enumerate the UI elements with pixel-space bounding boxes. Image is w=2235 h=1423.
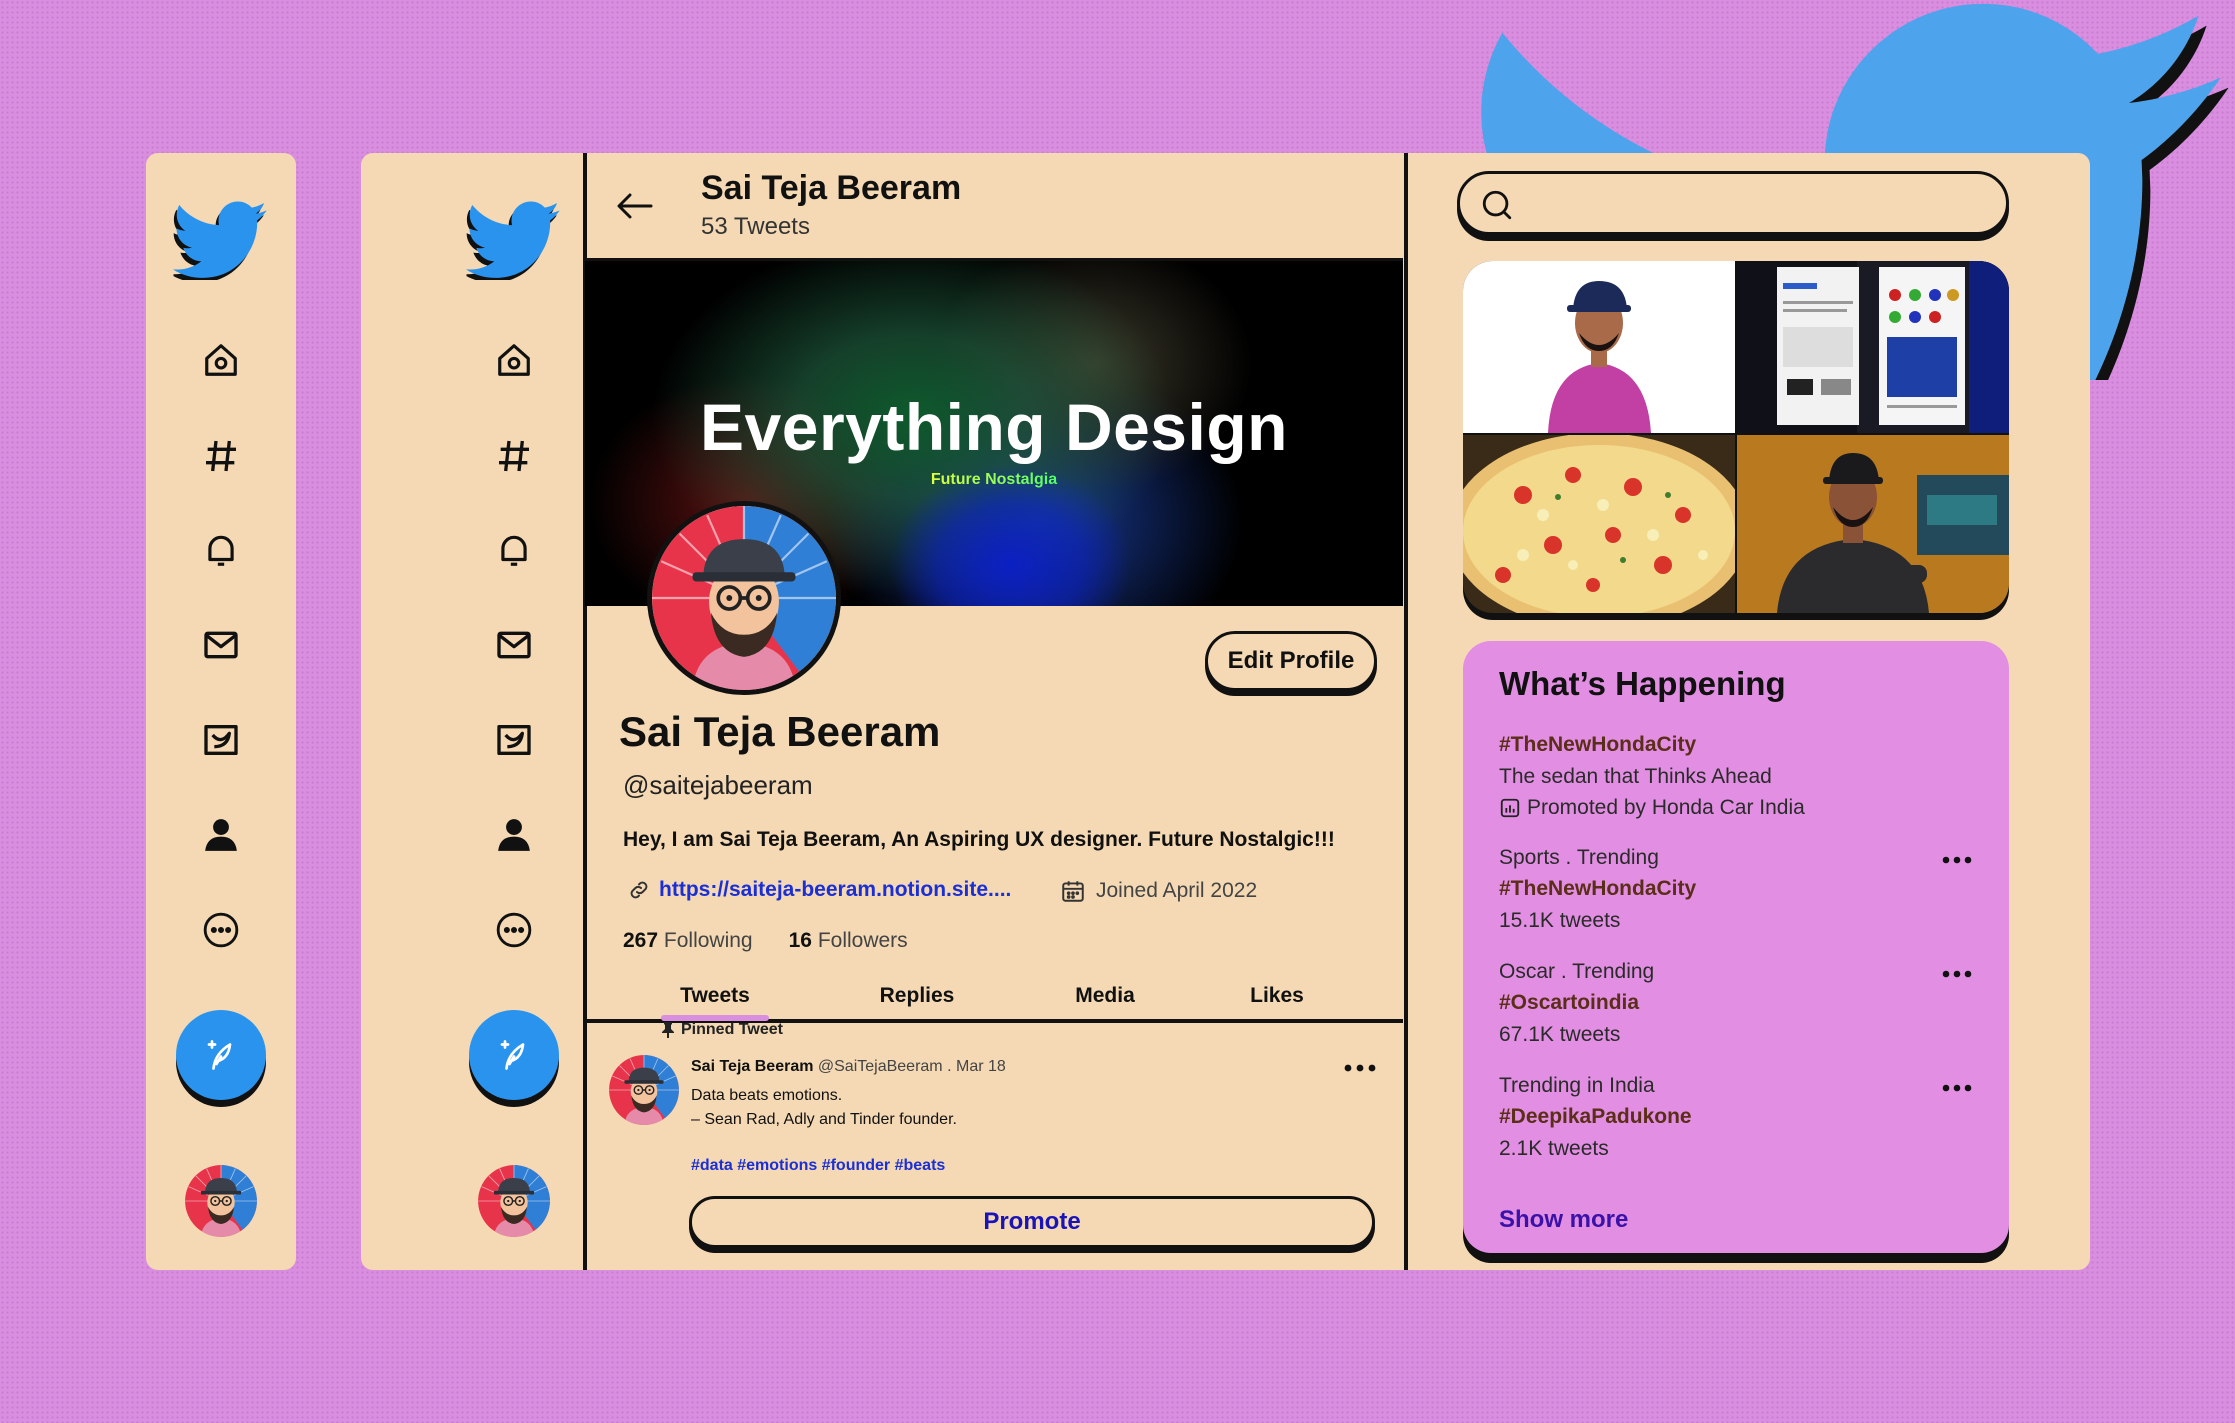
profile-website-link[interactable]: https://saiteja-beeram.notion.site.... bbox=[659, 878, 1011, 902]
profile-name: Sai Teja Beeram bbox=[619, 708, 941, 755]
more-circle-icon[interactable] bbox=[489, 905, 539, 955]
tab-media[interactable]: Media bbox=[1065, 973, 1145, 1019]
whats-happening-panel: What’s Happening #TheNewHondaCity The se… bbox=[1463, 641, 2009, 1253]
home-icon[interactable] bbox=[196, 335, 246, 385]
tweet-text-line-1: Data beats emotions. bbox=[691, 1087, 843, 1104]
twitter-bird-icon[interactable] bbox=[466, 195, 562, 285]
profile-tabs: Tweets Replies Media Likes bbox=[585, 973, 1403, 1023]
banner-subtitle: Future Nostalgia bbox=[585, 471, 1403, 489]
search-input[interactable] bbox=[1530, 184, 1990, 224]
trend-category: Oscar . Trending bbox=[1499, 960, 1655, 983]
trend-count: 15.1K tweets bbox=[1499, 909, 1621, 932]
promoted-icon bbox=[1500, 798, 1520, 818]
avatar[interactable] bbox=[185, 1165, 257, 1237]
profile-header: Sai Teja Beeram 53 Tweets bbox=[585, 153, 1403, 261]
promoted-trend-text: The sedan that Thinks Ahead bbox=[1499, 765, 1772, 788]
show-more-link[interactable]: Show more bbox=[1499, 1206, 1628, 1234]
hashtag-icon[interactable] bbox=[489, 431, 539, 481]
avatar[interactable] bbox=[478, 1165, 550, 1237]
profile-handle: @saitejabeeram bbox=[623, 770, 813, 800]
profile-column: Sai Teja Beeram 53 Tweets Everything Des… bbox=[585, 153, 1403, 1270]
right-divider bbox=[1404, 153, 1408, 1270]
tweet-date: . Mar 18 bbox=[947, 1058, 1006, 1075]
trend-tag[interactable]: #TheNewHondaCity bbox=[1499, 877, 1696, 901]
profile-avatar[interactable] bbox=[647, 501, 841, 695]
tweet-avatar[interactable] bbox=[609, 1055, 679, 1125]
media-grid bbox=[1463, 261, 2009, 613]
tweet-author[interactable]: Sai Teja Beeram bbox=[691, 1058, 813, 1075]
whats-happening-title: What’s Happening bbox=[1499, 665, 1786, 702]
calendar-icon bbox=[1062, 881, 1084, 902]
back-arrow-icon[interactable] bbox=[615, 191, 655, 221]
joined-date: Joined April 2022 bbox=[1096, 879, 1258, 902]
promoted-by: Promoted by Honda Car India bbox=[1499, 796, 1805, 820]
trend-more-dots-icon[interactable] bbox=[1941, 1083, 1973, 1093]
tweet-more-dots-icon[interactable] bbox=[1343, 1063, 1377, 1073]
tweet-hashtags[interactable]: #data #emotions #founder #beats bbox=[691, 1157, 945, 1175]
tweet-text-line-2: – Sean Rad, Adly and Tinder founder. bbox=[691, 1111, 957, 1128]
profile-icon[interactable] bbox=[196, 810, 246, 860]
trend-category: Trending in India bbox=[1499, 1074, 1655, 1097]
link-icon bbox=[630, 881, 648, 899]
trend-more-dots-icon[interactable] bbox=[1941, 969, 1973, 979]
profile-stats: 267 Following 16 Followers bbox=[623, 929, 908, 953]
main-window: Sai Teja Beeram 53 Tweets Everything Des… bbox=[361, 153, 2090, 1270]
compose-tweet-button[interactable] bbox=[176, 1010, 266, 1100]
tab-replies[interactable]: Replies bbox=[867, 973, 967, 1019]
search-bar[interactable] bbox=[1457, 171, 2009, 235]
header-tweet-count: 53 Tweets bbox=[701, 213, 810, 240]
compose-tweet-button[interactable] bbox=[469, 1010, 559, 1100]
profile-bio: Hey, I am Sai Teja Beeram, An Aspiring U… bbox=[623, 828, 1335, 851]
edit-profile-button[interactable]: Edit Profile bbox=[1205, 631, 1377, 691]
bookmark-bird-icon[interactable] bbox=[196, 715, 246, 765]
trend-more-dots-icon[interactable] bbox=[1941, 855, 1973, 865]
following-stat[interactable]: 267 Following bbox=[623, 929, 753, 953]
twitter-bird-icon[interactable] bbox=[173, 195, 269, 285]
profile-joined: Joined April 2022 bbox=[1060, 878, 1257, 904]
more-circle-icon[interactable] bbox=[196, 905, 246, 955]
media-tile-documents[interactable] bbox=[1737, 261, 2009, 433]
mail-icon[interactable] bbox=[489, 620, 539, 670]
tab-likes[interactable]: Likes bbox=[1247, 973, 1307, 1019]
profile-icon[interactable] bbox=[489, 810, 539, 860]
home-icon[interactable] bbox=[489, 335, 539, 385]
bell-icon[interactable] bbox=[196, 525, 246, 575]
bell-icon[interactable] bbox=[489, 525, 539, 575]
media-tile-portrait-warm[interactable] bbox=[1737, 435, 2009, 613]
trend-count: 67.1K tweets bbox=[1499, 1023, 1621, 1046]
followers-stat[interactable]: 16 Followers bbox=[789, 929, 908, 953]
header-name: Sai Teja Beeram bbox=[701, 169, 962, 207]
tab-tweets[interactable]: Tweets bbox=[661, 973, 769, 1021]
pin-icon bbox=[662, 1022, 674, 1038]
mail-icon[interactable] bbox=[196, 620, 246, 670]
profile-website: https://saiteja-beeram.notion.site.... bbox=[627, 878, 1011, 902]
promoted-trend-tag[interactable]: #TheNewHondaCity bbox=[1499, 733, 1696, 757]
trend-tag[interactable]: #DeepikaPadukone bbox=[1499, 1105, 1692, 1129]
banner-title: Everything Design bbox=[700, 390, 1288, 464]
media-tile-pizza[interactable] bbox=[1463, 435, 1735, 613]
collapsed-sidebar bbox=[146, 153, 296, 1270]
tweet-handle: @SaiTejaBeeram bbox=[817, 1058, 943, 1075]
hashtag-icon[interactable] bbox=[196, 431, 246, 481]
trend-count: 2.1K tweets bbox=[1499, 1137, 1609, 1160]
search-icon bbox=[1482, 190, 1512, 220]
media-tile-portrait-white[interactable] bbox=[1463, 261, 1735, 433]
pinned-label: Pinned Tweet bbox=[661, 1021, 783, 1039]
trend-tag[interactable]: #Oscartoindia bbox=[1499, 991, 1639, 1015]
tweet-meta: Sai Teja Beeram @SaiTejaBeeram . Mar 18 bbox=[691, 1058, 1006, 1076]
promote-button[interactable]: Promote bbox=[689, 1196, 1375, 1248]
trend-category: Sports . Trending bbox=[1499, 846, 1659, 869]
bookmark-bird-icon[interactable] bbox=[489, 715, 539, 765]
